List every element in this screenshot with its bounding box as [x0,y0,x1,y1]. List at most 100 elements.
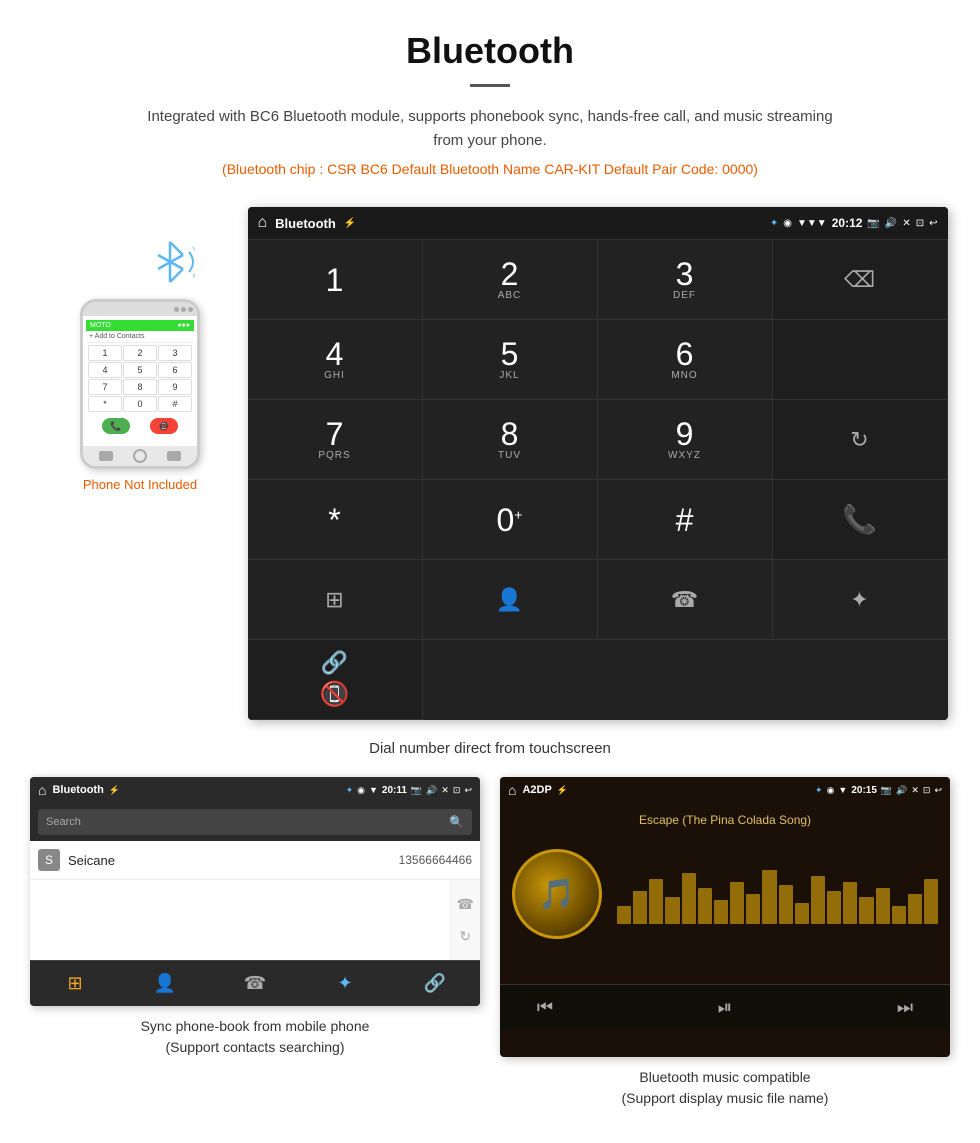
back-icon[interactable]: ↩ [929,218,937,229]
pb-search-icon[interactable]: 🔍 [449,815,464,829]
music-bar-7 [714,900,728,924]
phone-contacts-label: + Add to Contacts [86,331,194,343]
pb-contact-row[interactable]: S Seicane 13566664466 [30,841,480,879]
phone-key-6[interactable]: 6 [158,362,192,378]
phonebook-caption-line1: Sync phone-book from mobile phone [141,1018,370,1034]
key-9[interactable]: 9 WXYZ [598,400,773,480]
header-description: Integrated with BC6 Bluetooth module, su… [140,105,840,153]
key-phone-outline[interactable]: ☎ [598,560,773,640]
music-loc-icon: ◉ [827,785,835,796]
pb-search-placeholder: Search [46,816,449,828]
music-spacer [500,954,950,984]
pb-nav-phone[interactable]: ☎ [210,961,300,1006]
phone-key-2[interactable]: 2 [123,345,157,361]
key-star[interactable]: * [248,480,423,560]
phone-key-5[interactable]: 5 [123,362,157,378]
phone-key-3[interactable]: 3 [158,345,192,361]
phone-key-0[interactable]: 0 [123,396,157,412]
phone-key-4[interactable]: 4 [88,362,122,378]
key-5[interactable]: 5 JKL [423,320,598,400]
phonebook-card: ⌂ Bluetooth ⚡ ✦ ◉ ▼ 20:11 📷 🔊 ✕ ⊡ ↩ Sear… [30,777,480,1109]
phone-back-btn[interactable] [99,451,113,461]
home-icon[interactable]: ⌂ [258,214,268,232]
phone-key-7[interactable]: 7 [88,379,122,395]
pb-back-icon[interactable]: ↩ [464,785,472,796]
pb-nav-contact[interactable]: 👤 [120,961,210,1006]
music-full-icon[interactable]: ⊡ [923,785,931,796]
phone-mockup-area: MOTO ●●● + Add to Contacts 1 2 3 4 5 6 7… [33,207,248,492]
music-skip-next[interactable]: ⏭ [860,985,950,1030]
music-screen: ⌂ A2DP ⚡ ✦ ◉ ▼ 20:15 📷 🔊 ✕ ⊡ ↩ Escape (T… [500,777,950,1057]
location-icon: ◉ [783,218,792,229]
key-backspace[interactable]: ⌫ [773,240,948,320]
phone-key-hash[interactable]: # [158,396,192,412]
pb-side-refresh-icon[interactable]: ↻ [459,928,471,945]
key-7[interactable]: 7 PQRS [248,400,423,480]
keypad-area: 1 2 ABC 3 DEF ⌫ 4 GHI 5 JKL [248,239,948,720]
key-2[interactable]: 2 ABC [423,240,598,320]
pb-close-icon[interactable]: ✕ [441,785,449,796]
music-caption-line2: (Support display music file name) [622,1090,829,1106]
key-0[interactable]: 0+ [423,480,598,560]
pb-usb-icon: ⚡ [109,785,120,796]
phone-home-btn[interactable] [133,449,147,463]
key-5-main: 5 [501,338,519,370]
pb-full-icon[interactable]: ⊡ [453,785,461,796]
key-2-main: 2 [501,258,519,290]
music-controls: ⏮ ⏯ ⏭ [500,984,950,1030]
key-grid[interactable]: ⊞ [248,560,423,640]
pb-status-right: ✦ ◉ ▼ 20:11 📷 🔊 ✕ ⊡ ↩ [346,785,472,796]
status-right: ✦ ◉ ▼▼▼ 20:12 📷 🔊 ✕ ⊡ ↩ [770,216,938,230]
pb-bt-icon: ✦ [346,785,354,796]
phone-call-btn[interactable]: 📞 [102,418,130,434]
music-home-icon[interactable]: ⌂ [508,782,516,798]
key-8[interactable]: 8 TUV [423,400,598,480]
pb-side-phone-icon[interactable]: ☎ [457,896,474,913]
pb-nav-link[interactable]: 🔗 [390,961,480,1006]
phone-dot [188,307,193,312]
volume-icon[interactable]: 🔊 [885,218,897,229]
music-skip-prev[interactable]: ⏮ [500,985,590,1030]
key-hash[interactable]: # [598,480,773,560]
phone-body: MOTO ●●● + Add to Contacts 1 2 3 4 5 6 7… [80,299,200,469]
key-3[interactable]: 3 DEF [598,240,773,320]
music-close-icon[interactable]: ✕ [911,785,919,796]
pb-loc-icon: ◉ [357,785,365,796]
phone-key-1[interactable]: 1 [88,345,122,361]
music-caption-line1: Bluetooth music compatible [639,1069,810,1085]
phone-key-8[interactable]: 8 [123,379,157,395]
music-bar-8 [730,882,744,924]
music-play-pause[interactable]: ⏯ [680,985,770,1030]
phone-top-bar [83,302,197,316]
camera-icon[interactable]: 📷 [867,218,879,229]
phone-menu-btn[interactable] [167,451,181,461]
music-back-icon[interactable]: ↩ [934,785,942,796]
music-bar-9 [746,894,760,924]
phone-end-btn[interactable]: 📵 [150,418,178,434]
close-icon[interactable]: ✕ [902,218,910,229]
key-4[interactable]: 4 GHI [248,320,423,400]
music-album-art: 🎵 [512,849,602,939]
pb-search-bar[interactable]: Search 🔍 [38,809,472,835]
key-6[interactable]: 6 MNO [598,320,773,400]
key-call-green[interactable]: 📞 [773,480,948,560]
key-refresh[interactable]: ↻ [773,400,948,480]
pb-home-icon[interactable]: ⌂ [38,782,46,798]
call-red-icon[interactable]: 📵 [320,680,350,709]
bt-status-icon: ✦ [770,218,778,229]
pb-nav-bt[interactable]: ✦ [300,961,390,1006]
bluetooth-signal-icon [145,237,195,294]
phone-key-star[interactable]: * [88,396,122,412]
key-4-sub: GHI [324,370,345,381]
key-1[interactable]: 1 [248,240,423,320]
fullscreen-icon[interactable]: ⊡ [916,218,924,229]
pb-nav-grid[interactable]: ⊞ [30,961,120,1006]
phone-dot [181,307,186,312]
key-contact[interactable]: 👤 [423,560,598,640]
link-icon[interactable]: 🔗 [321,650,348,676]
phone-key-9[interactable]: 9 [158,379,192,395]
music-bar-14 [827,891,841,924]
key-bt[interactable]: ✦ [773,560,948,640]
phonebook-caption: Sync phone-book from mobile phone (Suppo… [30,1016,480,1058]
music-bar-6 [698,888,712,924]
